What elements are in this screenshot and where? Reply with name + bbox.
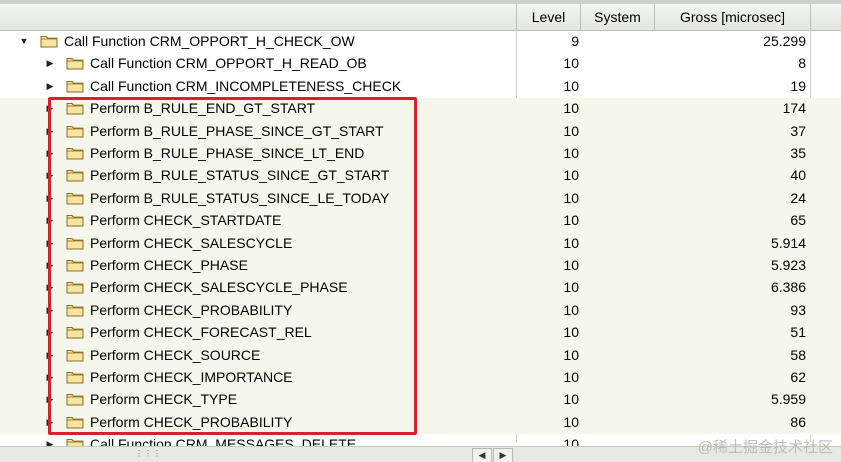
row-gross: 174 (782, 100, 806, 117)
row-gross: 5.959 (770, 391, 806, 408)
row-gross: 58 (790, 346, 806, 363)
row-gross: 5.923 (770, 257, 806, 273)
row-gross: 51 (790, 324, 806, 341)
folder-icon (66, 79, 84, 93)
row-level: 9 (571, 33, 579, 49)
tree-row[interactable]: ▶ Call Function CRM_INCOMPLETENESS_CHECK 1… (0, 76, 841, 98)
column-header-name[interactable] (0, 4, 516, 30)
row-gross: 6.386 (770, 279, 806, 296)
row-level: 10 (563, 189, 579, 206)
folder-icon (40, 34, 58, 48)
row-gross: 40 (790, 167, 806, 184)
scrollbar-grip-icon[interactable]: ⋮⋮⋮ (135, 449, 161, 461)
tree-row[interactable]: ▶ Call Function CRM_OPPORT_H_READ_OB 10 8 (0, 53, 841, 75)
row-level: 10 (563, 77, 579, 94)
row-level: 10 (563, 100, 579, 117)
row-label[interactable]: Call Function CRM_OPPORT_H_READ_OB (90, 55, 367, 71)
row-level: 10 (563, 324, 579, 341)
folder-icon (66, 56, 84, 70)
caret-right-icon[interactable]: ▶ (45, 58, 55, 69)
row-level: 10 (563, 346, 579, 363)
row-gross: 8 (798, 55, 806, 72)
row-label[interactable]: Call Function CRM_INCOMPLETENESS_CHECK (90, 78, 401, 94)
row-gross: 86 (790, 413, 806, 430)
row-gross: 35 (790, 145, 806, 161)
caret-right-icon[interactable]: ▶ (45, 81, 55, 92)
row-gross: 65 (790, 212, 806, 229)
column-header-row: Level System Gross [microsec] (0, 4, 841, 31)
column-header-gross[interactable]: Gross [microsec] (654, 4, 810, 30)
caret-down-icon[interactable]: ▼ (19, 36, 29, 46)
row-level: 10 (563, 301, 579, 318)
row-level: 10 (563, 212, 579, 229)
row-level: 10 (563, 55, 579, 72)
row-gross: 19 (790, 77, 806, 94)
scroll-right-icon[interactable]: ▶ (493, 448, 513, 462)
row-gross: 37 (790, 122, 806, 139)
row-label[interactable]: Call Function CRM_OPPORT_H_CHECK_OW (64, 33, 355, 49)
row-level: 10 (563, 413, 579, 430)
row-level: 10 (563, 145, 579, 161)
row-gross: 5.914 (770, 234, 806, 251)
column-header-system[interactable]: System (580, 4, 654, 30)
column-header-spacer (810, 4, 841, 30)
row-gross: 62 (790, 369, 806, 385)
row-gross: 24 (790, 189, 806, 206)
row-level: 10 (563, 257, 579, 273)
tree-row[interactable]: ▼ Call Function CRM_OPPORT_H_CHECK_OW 9 25.… (0, 31, 841, 53)
row-level: 10 (563, 279, 579, 296)
call-hierarchy-window: Level System Gross [microsec] ▼ Call Func… (0, 0, 841, 462)
watermark: @稀土掘金技术社区 (697, 439, 833, 456)
row-gross: 25.299 (763, 33, 806, 49)
column-header-level[interactable]: Level (516, 4, 580, 30)
scroll-left-icon[interactable]: ◀ (472, 448, 492, 462)
row-level: 10 (563, 391, 579, 408)
row-gross: 93 (790, 301, 806, 318)
row-level: 10 (563, 122, 579, 139)
row-level: 10 (563, 234, 579, 251)
highlight-box (48, 97, 417, 435)
row-level: 10 (563, 167, 579, 184)
row-level: 10 (563, 369, 579, 385)
